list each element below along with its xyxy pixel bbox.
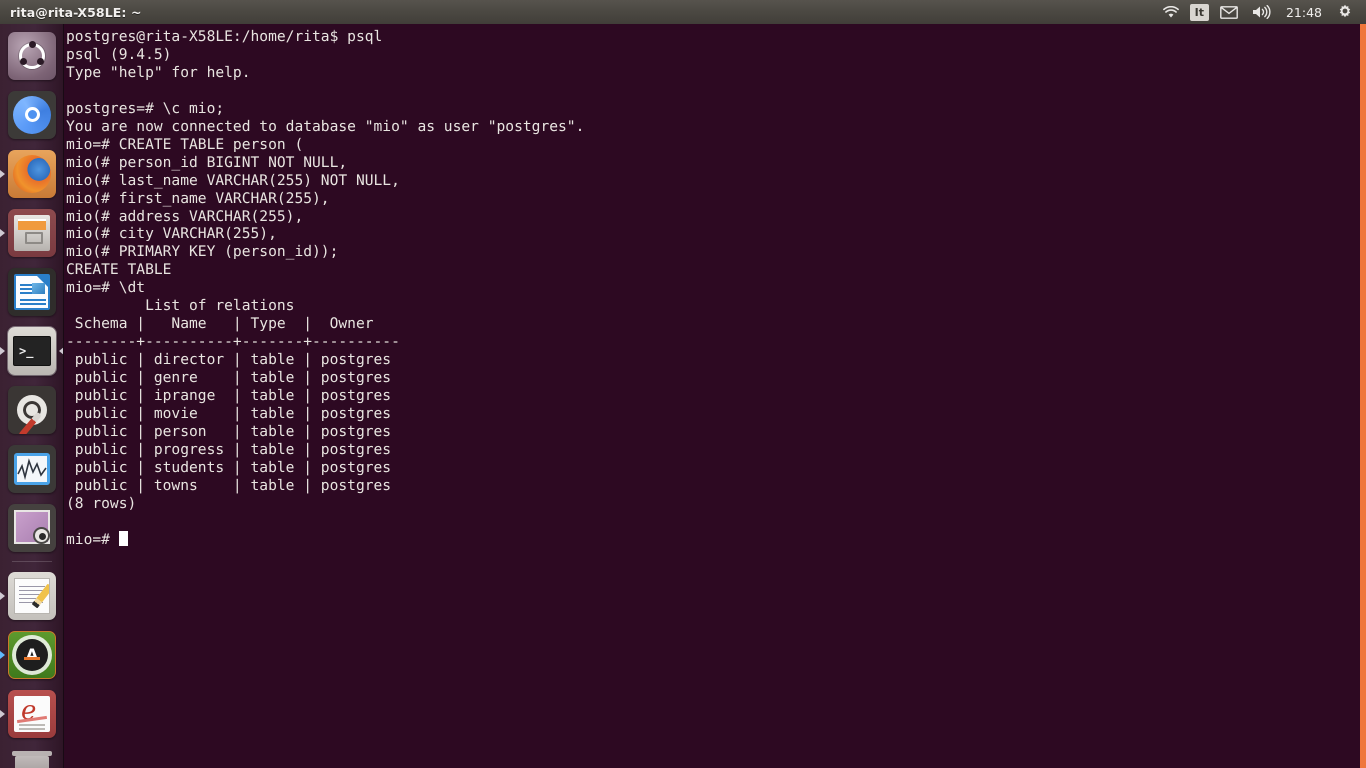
launcher-item-trash[interactable] [0, 741, 63, 768]
launcher-item-system-settings[interactable] [0, 380, 63, 439]
terminal-prompt: mio=# [66, 530, 110, 548]
launcher-item-ubuntu-dash[interactable] [0, 26, 63, 85]
gear-icon[interactable] [1330, 0, 1360, 24]
system-settings-icon [8, 385, 56, 434]
launcher-item-terminal[interactable]: >_ [0, 321, 63, 380]
files-icon [8, 208, 56, 257]
launcher-divider [11, 561, 52, 562]
volume-icon[interactable] [1245, 0, 1278, 24]
terminal-cursor [118, 530, 128, 546]
libreoffice-impress-icon [8, 267, 56, 316]
launcher-pip-left-icon [0, 591, 5, 600]
chromium-icon [8, 90, 56, 139]
launcher-item-cheese-webcam[interactable] [0, 498, 63, 557]
unity-launcher: >_ A e [0, 24, 64, 768]
system-monitor-icon [8, 444, 56, 493]
launcher-item-firefox[interactable] [0, 144, 63, 203]
envelope-icon[interactable] [1213, 0, 1245, 24]
text-editor-icon [8, 571, 56, 620]
launcher-item-software-updater[interactable]: A [0, 625, 63, 684]
ubuntu-logo-icon [8, 31, 56, 80]
terminal-output: postgres@rita-X58LE:/home/rita$ psql psq… [66, 28, 585, 548]
launcher-pip-left-icon [0, 228, 5, 237]
terminal-icon: >_ [8, 326, 56, 375]
launcher-pip-left-icon [0, 650, 5, 659]
terminal-window[interactable]: postgres@rita-X58LE:/home/rita$ psql psq… [64, 24, 1366, 768]
terminal-scrollbar-thumb[interactable] [1360, 24, 1366, 768]
firefox-icon [8, 149, 56, 198]
launcher-item-document-viewer[interactable]: e [0, 684, 63, 743]
system-tray: It 21:48 [1156, 0, 1366, 24]
keyboard-layout-indicator[interactable]: It [1189, 3, 1209, 21]
software-updater-icon: A [8, 630, 56, 679]
launcher-item-libreoffice-impress[interactable] [0, 262, 63, 321]
launcher-pip-right-icon [59, 346, 63, 355]
launcher-item-system-monitor[interactable] [0, 439, 63, 498]
launcher-item-chromium[interactable] [0, 85, 63, 144]
wifi-icon[interactable] [1156, 0, 1186, 24]
launcher-item-files[interactable] [0, 203, 63, 262]
document-viewer-icon: e [8, 689, 56, 738]
launcher-pip-left-icon [0, 346, 5, 355]
launcher-pip-left-icon [0, 169, 5, 178]
window-title: rita@rita-X58LE: ~ [10, 4, 142, 20]
trash-icon [8, 741, 56, 768]
webcam-icon [8, 503, 56, 552]
top-panel: rita@rita-X58LE: ~ It 21:48 [0, 0, 1366, 24]
launcher-pip-left-icon [0, 709, 5, 718]
terminal-scrollbar[interactable] [1360, 24, 1366, 768]
clock[interactable]: 21:48 [1278, 5, 1330, 20]
launcher-item-text-editor[interactable] [0, 566, 63, 625]
